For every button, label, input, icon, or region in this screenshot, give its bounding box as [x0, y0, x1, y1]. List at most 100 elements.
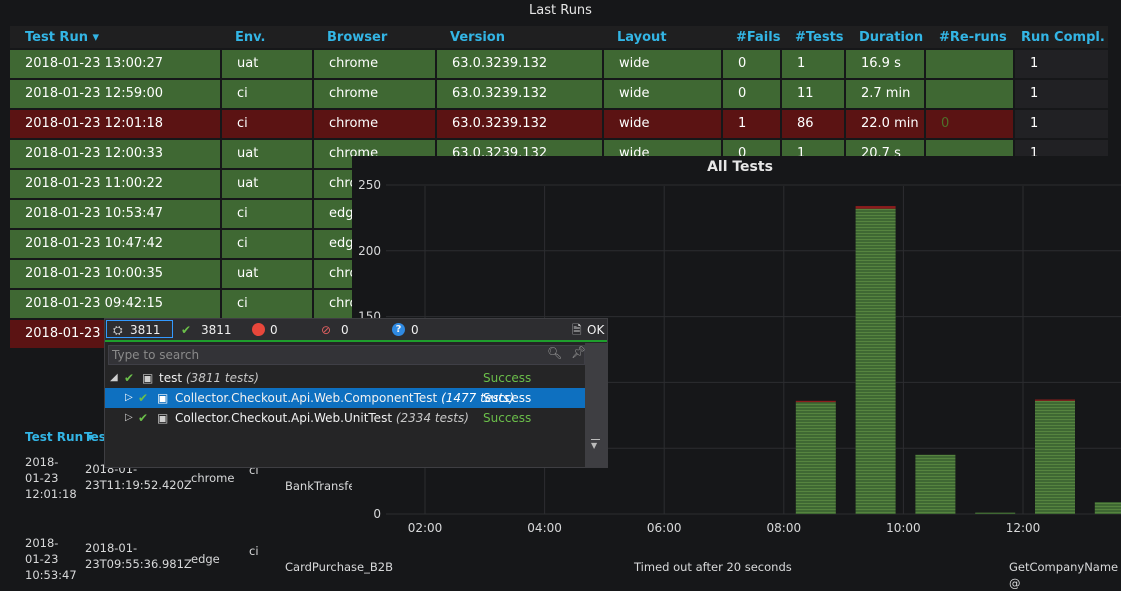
col-reruns[interactable]: #Re-runs [939, 30, 1007, 45]
col-test-run[interactable]: Test Run ▾ [25, 30, 99, 45]
col-browser[interactable]: Browser [327, 30, 387, 45]
inconclusive-count[interactable]: 0 [411, 322, 419, 338]
run-row[interactable]: 2018-01-23 13:00:27 uat chrome 63.0.3239.13… [10, 50, 1108, 78]
run-cell-tests: 1 [782, 50, 844, 78]
details-test-2: CardPurchase_B2B [285, 560, 393, 574]
test-explorer-toolbar: ⛭ 3811 ✔ 3811 0 ⊘ 0 ? 0 🗎 OK [105, 319, 607, 341]
details-env-2: ci [249, 544, 259, 558]
bar-passed[interactable] [795, 402, 836, 514]
bar-passed[interactable] [915, 454, 956, 514]
tree-scrollbar[interactable]: ▼ [585, 343, 607, 467]
test-search-input[interactable] [112, 347, 532, 363]
bar-passed[interactable] [1035, 400, 1075, 514]
run-cell-env: uat [222, 50, 312, 78]
skipped-count[interactable]: 0 [341, 322, 349, 338]
col-duration[interactable]: Duration [859, 30, 923, 45]
tree-item-count: (2334 tests) [395, 411, 469, 425]
bar-failed[interactable] [1035, 399, 1075, 401]
tree-item-name: Collector.Checkout.Api.Web.UnitTest [175, 411, 393, 425]
run-row[interactable]: 2018-01-23 12:59:00 ci chrome 63.0.3239.132… [10, 80, 1108, 108]
total-tests-count[interactable]: 3811 [130, 322, 161, 338]
run-cell-env: ci [222, 110, 312, 138]
bar-failed[interactable] [795, 400, 836, 403]
run-cell-env: uat [222, 170, 312, 198]
skipped-eye-icon: ⊘ [321, 323, 332, 337]
col-layout[interactable]: Layout [617, 30, 667, 45]
run-cell-test-run: 2018-01-23 13:00:27 [10, 50, 220, 78]
run-cell-run-completed: 1 [1015, 110, 1108, 138]
run-cell-run-completed: 1 [1015, 50, 1108, 78]
failed-icon [252, 323, 265, 336]
col-run-completed[interactable]: Run Compl. [1021, 30, 1105, 45]
tree-item-name: Collector.Checkout.Api.Web.ComponentTest [175, 391, 438, 405]
tree-item-root[interactable]: ◢ ✔ ▣ test (3811 tests) Success [105, 368, 585, 388]
run-cell-env: uat [222, 260, 312, 288]
scroll-menu-icon [591, 439, 600, 440]
details-browser-1: chrome [191, 471, 235, 485]
run-cell-test-run: 2018-01-23 10:53:47 [10, 200, 220, 228]
passed-check-icon: ✔ [181, 323, 192, 337]
x-tick-label: 10:00 [886, 521, 921, 535]
csharp-project-icon: ▣ [157, 391, 169, 405]
y-tick-label: 200 [358, 244, 381, 258]
run-cell-tests: 11 [782, 80, 844, 108]
col-env[interactable]: Env. [235, 30, 266, 45]
scroll-down-icon[interactable]: ▼ [591, 442, 597, 450]
run-cell-test-run: 2018-01-23 12:59:00 [10, 80, 220, 108]
tree-item-component-test[interactable]: ▷ ✔ ▣ Collector.Checkout.Api.Web.Compone… [105, 388, 585, 408]
details-run-1: 2018- 01-23 12:01:18 [25, 455, 77, 501]
run-cell-fails: 1 [723, 110, 780, 138]
last-runs-title: Last Runs [529, 3, 592, 18]
collapsed-arrow-icon[interactable]: ▷ [125, 408, 133, 428]
test-search-box[interactable]: 🔍︎ 📌︎ [108, 345, 586, 365]
col-fails[interactable]: #Fails [736, 30, 780, 45]
col-version[interactable]: Version [450, 30, 505, 45]
run-cell-run-completed: 1 [1015, 80, 1108, 108]
tree-item-status: Success [483, 371, 532, 385]
bar-failed[interactable] [855, 206, 896, 209]
details-browser-2: edge [191, 552, 220, 566]
run-cell-test-run: 2018-01-23 09:42:15 [10, 290, 220, 318]
expanded-arrow-icon[interactable]: ◢ [110, 368, 118, 388]
run-cell-env: ci [222, 290, 312, 318]
x-tick-label: 02:00 [408, 521, 443, 535]
tree-item-unit-test[interactable]: ▷ ✔ ▣ Collector.Checkout.Api.Web.UnitTes… [105, 408, 585, 428]
run-cell-test-run: 2018-01-23 11:00:22 [10, 170, 220, 198]
run-cell-env: ci [222, 230, 312, 258]
success-check-icon: ✔ [138, 391, 149, 405]
run-row[interactable]: 2018-01-23 12:01:18 ci chrome 63.0.3239.132… [10, 110, 1108, 138]
tree-item-count: (3811 tests) [185, 371, 259, 385]
pin-icon[interactable]: 📌︎ [571, 345, 586, 359]
collapsed-arrow-icon[interactable]: ▷ [125, 388, 133, 408]
run-cell-layout: wide [604, 50, 721, 78]
bar-passed[interactable] [1094, 502, 1121, 514]
search-icon[interactable]: 🔍︎ [547, 346, 562, 360]
col-tests[interactable]: #Tests [795, 30, 844, 45]
run-cell-test-run: 2018-01-23 12:01:18 [10, 110, 220, 138]
run-cell-reruns: 0 [926, 110, 1013, 138]
run-cell-browser: chrome [314, 80, 435, 108]
run-cell-env: ci [222, 80, 312, 108]
x-tick-label: 06:00 [647, 521, 682, 535]
ok-button[interactable]: OK [587, 322, 604, 338]
bar-passed[interactable] [975, 512, 1016, 514]
run-cell-env: uat [222, 140, 312, 168]
details-ts-2: 2018-01- 23T09:55:36.981Z [85, 541, 192, 571]
run-cell-version: 63.0.3239.132 [437, 80, 602, 108]
run-cell-tests: 86 [782, 110, 844, 138]
run-cell-version: 63.0.3239.132 [437, 110, 602, 138]
run-cell-layout: wide [604, 110, 721, 138]
run-cell-test-run: 2018-01-23 10:00:35 [10, 260, 220, 288]
run-cell-browser: chrome [314, 110, 435, 138]
run-cell-duration: 2.7 min [846, 80, 924, 108]
folder-icon: ▣ [142, 371, 154, 385]
x-tick-label: 12:00 [1006, 521, 1041, 535]
bar-passed[interactable] [855, 208, 896, 515]
run-cell-layout: wide [604, 80, 721, 108]
details-run-2: 2018- 01-23 10:53:47 [25, 536, 77, 582]
run-cell-test-run: 2018-01-23 10:47:42 [10, 230, 220, 258]
failed-count[interactable]: 0 [270, 322, 278, 338]
passed-count[interactable]: 3811 [201, 322, 232, 338]
run-cell-env: ci [222, 200, 312, 228]
details-method-2: GetCompanyName @ [1009, 560, 1119, 590]
